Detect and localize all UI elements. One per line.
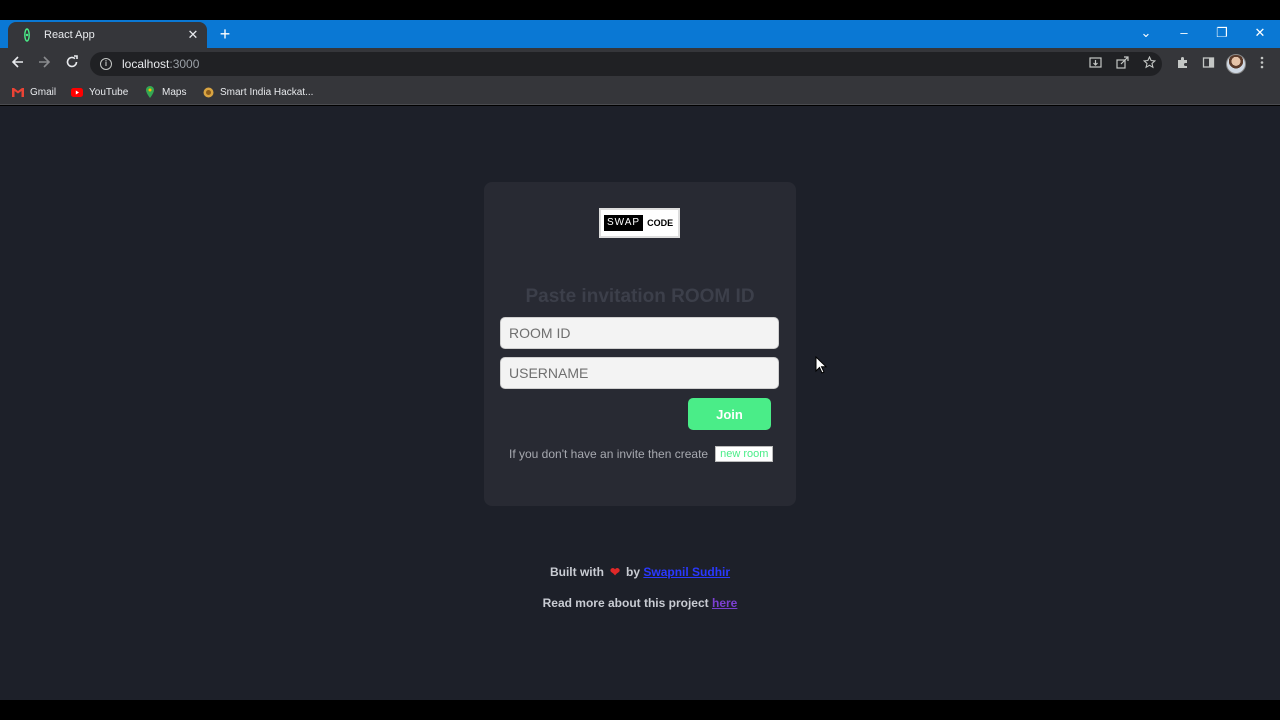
address-bar[interactable]: i localhost:3000: [90, 52, 1162, 76]
footer-credits: Built with ❤ by Swapnil Sudhir: [0, 565, 1280, 579]
extensions-puzzle-icon[interactable]: [1174, 56, 1190, 72]
bookmark-label: Smart India Hackat...: [220, 86, 314, 98]
address-url: localhost:3000: [122, 57, 199, 71]
swap-code-logo: SWAP CODE: [599, 208, 680, 238]
profile-avatar[interactable]: [1226, 54, 1246, 74]
bookmark-maps[interactable]: Maps: [144, 84, 186, 100]
close-window-button[interactable]: ✕: [1245, 22, 1275, 44]
logo-swap-text: SWAP: [604, 215, 644, 231]
here-link[interactable]: here: [712, 596, 737, 610]
bookmark-label: Maps: [162, 86, 187, 98]
join-room-card: SWAP CODE Paste invitation ROOM ID Join …: [484, 182, 796, 506]
tab-search-icon[interactable]: ⌄: [1131, 22, 1161, 44]
bookmark-gmail[interactable]: Gmail: [12, 84, 56, 100]
kebab-menu-icon[interactable]: [1254, 56, 1270, 72]
bookmark-label: YouTube: [89, 86, 129, 98]
page-title: Paste invitation ROOM ID: [525, 286, 755, 307]
footer-read-more: Read more about this project here: [0, 596, 1280, 610]
bookmarks-bar: [0, 80, 1280, 105]
footer-built-with: Built with: [549, 565, 604, 579]
tab-title: React App: [44, 29, 95, 41]
screen-top-border: [0, 0, 1280, 20]
site-info-icon[interactable]: i: [100, 58, 112, 70]
heart-icon: ❤: [609, 565, 621, 579]
minimize-button[interactable]: –: [1169, 22, 1199, 44]
join-button[interactable]: Join: [688, 398, 771, 430]
bookmark-youtube[interactable]: YouTube: [71, 84, 128, 100]
bookmark-smart-india-hackathon[interactable]: Smart India Hackat...: [202, 84, 313, 100]
mouse-cursor-icon: [815, 355, 829, 374]
forward-arrow-icon[interactable]: [34, 54, 54, 74]
share-icon[interactable]: [1114, 56, 1130, 72]
reload-icon[interactable]: [62, 54, 82, 74]
read-more-text: Read more about this project: [542, 596, 709, 610]
bookmark-label: Gmail: [30, 86, 57, 98]
url-port: :3000: [169, 57, 200, 71]
screen-bottom-border: [0, 700, 1280, 720]
bookmark-star-icon[interactable]: [1141, 55, 1157, 72]
gmail-icon: [12, 86, 24, 98]
tab-close-icon[interactable]: ✕: [185, 27, 201, 43]
maps-icon: [144, 86, 156, 98]
logo-code-text: CODE: [647, 218, 674, 228]
install-app-icon[interactable]: [1087, 56, 1103, 72]
footer-by: by: [626, 565, 641, 579]
invite-text: If you don't have an invite then create: [509, 447, 709, 461]
restore-button[interactable]: ❐: [1207, 22, 1237, 44]
url-host: localhost: [122, 57, 170, 71]
room-id-input[interactable]: [500, 317, 779, 349]
invite-message: If you don't have an invite then create …: [509, 446, 774, 462]
username-input[interactable]: [500, 357, 779, 389]
sih-icon: [202, 86, 214, 98]
author-link[interactable]: Swapnil Sudhir: [643, 565, 730, 579]
react-favicon-icon: [20, 28, 34, 42]
youtube-icon: [71, 86, 83, 98]
tab-react-app[interactable]: React App ✕: [8, 22, 207, 48]
new-room-link[interactable]: new room: [715, 446, 774, 462]
back-arrow-icon[interactable]: [8, 54, 28, 74]
new-tab-button[interactable]: +: [215, 24, 235, 44]
side-panel-icon[interactable]: [1200, 56, 1216, 72]
